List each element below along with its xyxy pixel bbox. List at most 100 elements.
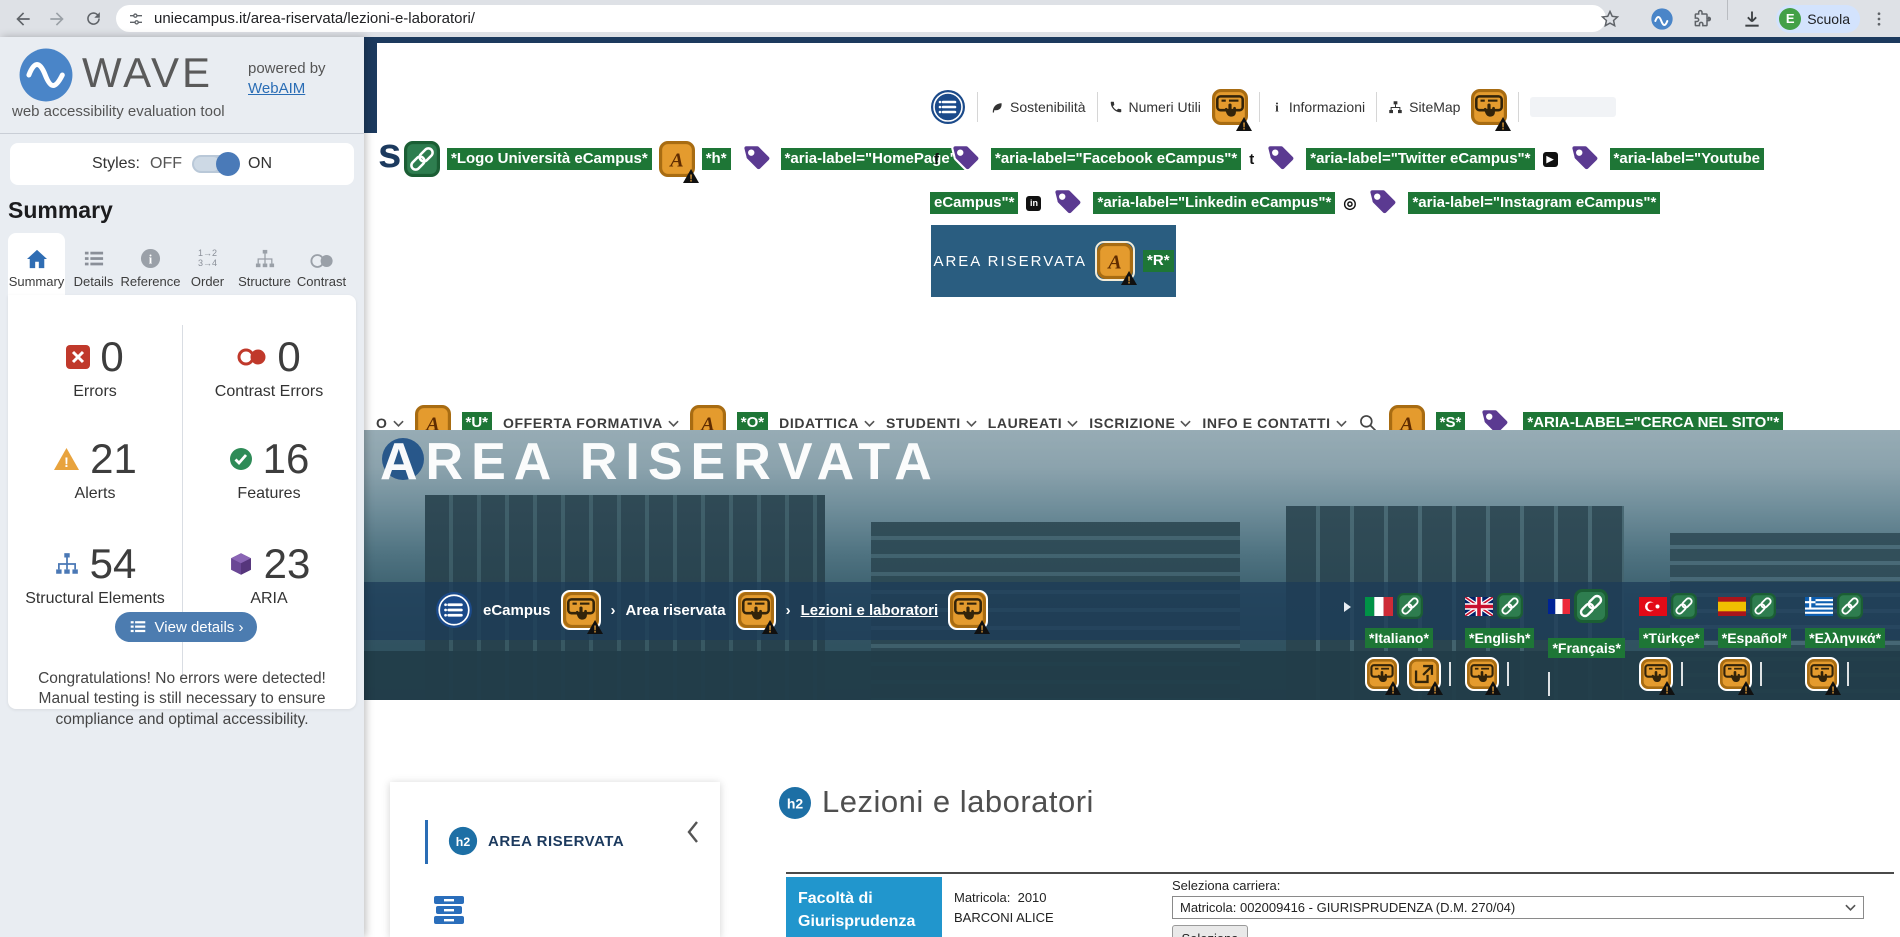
- seleziona-button[interactable]: Seleziona: [1172, 925, 1248, 937]
- ecampus-logo[interactable]: s: [378, 129, 401, 177]
- career-select[interactable]: Matricola: 002009416 - GIURISPRUDENZA (D…: [1172, 896, 1864, 919]
- area-riservata-button[interactable]: AREA RISERVATA *R*: [931, 225, 1176, 297]
- aria-label-icon[interactable]: [1262, 141, 1298, 177]
- utility-sitemap[interactable]: SiteMap: [1388, 99, 1460, 115]
- flag-greece[interactable]: [1805, 597, 1833, 616]
- lang-francais: *Français*: [1548, 588, 1624, 700]
- tab-summary[interactable]: Summary: [8, 233, 65, 295]
- wave-extension-icon[interactable]: [1650, 0, 1674, 37]
- instagram-icon[interactable]: ◎: [1343, 194, 1356, 212]
- sitemap-icon: [1388, 100, 1403, 115]
- view-details-button[interactable]: View details ›: [115, 612, 257, 642]
- aria-label-icon[interactable]: [1566, 141, 1602, 177]
- breadcrumb-home[interactable]: eCampus: [483, 602, 551, 619]
- utility-sostenibilita[interactable]: Sostenibilità: [989, 99, 1086, 115]
- stat-aria: 23 ARIA: [182, 540, 356, 608]
- stat-contrast-errors: 0 Contrast Errors: [182, 333, 356, 401]
- svg-text:i: i: [1275, 100, 1279, 114]
- link-feature-icon[interactable]: [1574, 589, 1608, 623]
- alert-touch-icon[interactable]: [1465, 657, 1499, 691]
- youtube-icon[interactable]: ▶: [1543, 152, 1558, 167]
- tree-icon: [254, 249, 276, 269]
- menu-circle-icon[interactable]: [435, 591, 473, 629]
- linkedin-icon[interactable]: in: [1026, 196, 1041, 211]
- h2-badge-icon: [778, 786, 812, 820]
- tab-order[interactable]: 1→23→4 Order: [179, 233, 236, 295]
- alert-touch-icon[interactable]: [1212, 89, 1248, 125]
- nav-item-iscrizione[interactable]: ISCRIZIONE: [1089, 415, 1191, 431]
- tab-details[interactable]: Details: [65, 233, 122, 295]
- wave-tagline: web accessibility evaluation tool: [12, 103, 225, 120]
- flag-italy[interactable]: [1365, 597, 1393, 616]
- collapse-chevron-icon[interactable]: [686, 820, 700, 844]
- linked-image-feature-icon[interactable]: [404, 141, 440, 177]
- flag-spain[interactable]: [1718, 597, 1746, 616]
- breadcrumb-area-riservata[interactable]: Area riservata: [626, 602, 726, 619]
- alert-touch-icon[interactable]: [1805, 657, 1839, 691]
- back-icon[interactable]: [8, 4, 38, 34]
- nav-item-ateneo[interactable]: O: [376, 415, 404, 431]
- lessons-archive-icon: [432, 894, 466, 926]
- alert-touch-icon[interactable]: [1718, 657, 1752, 691]
- webaim-link[interactable]: WebAIM: [248, 80, 305, 97]
- nav-item-laureati[interactable]: LAUREATI: [988, 415, 1079, 431]
- nav-item-offerta-formativa[interactable]: OFFERTA FORMATIVA: [503, 415, 679, 431]
- address-bar[interactable]: uniecampus.it/area-riservata/lezioni-e-l…: [116, 5, 1606, 32]
- hero-banner: AREA RISERVATA eCampus › Area riservata …: [364, 430, 1900, 700]
- flag-france[interactable]: [1548, 599, 1570, 614]
- wave-sidebar: WAVE powered by WebAIM web accessibility…: [0, 37, 364, 937]
- phone-icon: [1109, 100, 1123, 114]
- reload-icon[interactable]: [78, 4, 108, 34]
- sidebar-item-area-riservata[interactable]: AREA RISERVATA: [488, 833, 624, 850]
- menu-kebab-icon[interactable]: [1870, 0, 1888, 37]
- alert-touch-icon[interactable]: [1639, 657, 1673, 691]
- tab-reference[interactable]: i Reference: [122, 233, 179, 295]
- nav-item-studenti[interactable]: STUDENTI: [886, 415, 977, 431]
- tab-structure[interactable]: Structure: [236, 233, 293, 295]
- summary-heading: Summary: [8, 197, 113, 224]
- social-links-row-2: eCampus"* in *aria-label="Linkedin eCamp…: [930, 185, 1660, 221]
- alert-touch-icon[interactable]: [736, 590, 776, 630]
- aria-label-icon[interactable]: [1049, 185, 1085, 221]
- matricola-value: 2010: [1018, 890, 1047, 905]
- facebook-icon[interactable]: f: [934, 151, 939, 168]
- twitter-icon[interactable]: t: [1249, 151, 1254, 168]
- profile-chip[interactable]: E Scuola: [1776, 0, 1860, 37]
- aria-label-icon[interactable]: [1364, 185, 1400, 221]
- aria-label-icon[interactable]: [738, 141, 774, 177]
- flag-turkey[interactable]: [1639, 597, 1667, 616]
- menu-circle-icon[interactable]: [930, 89, 966, 125]
- alert-icon[interactable]: [1095, 241, 1135, 281]
- wave-logo-icon: [18, 47, 74, 103]
- downloads-icon[interactable]: [1742, 0, 1762, 37]
- forward-icon[interactable]: [42, 4, 72, 34]
- extensions-icon[interactable]: [1692, 0, 1712, 37]
- styles-toggle-card: Styles: OFF ON: [10, 143, 354, 185]
- utility-informazioni[interactable]: i Informazioni: [1271, 99, 1365, 115]
- styles-label: Styles:: [92, 155, 140, 173]
- link-feature-icon[interactable]: [1397, 593, 1423, 619]
- faded-element: [1530, 97, 1616, 117]
- tab-contrast[interactable]: Contrast: [293, 233, 350, 295]
- logo-annotation-row: *Logo Università eCampus* *h* *aria-labe…: [404, 141, 967, 177]
- breadcrumb-current[interactable]: Lezioni e laboratori: [801, 602, 939, 619]
- link-feature-icon[interactable]: [1671, 593, 1697, 619]
- alert-touch-icon[interactable]: [561, 590, 601, 630]
- aria-label-icon[interactable]: [947, 141, 983, 177]
- alert-touch-icon[interactable]: [1365, 657, 1399, 691]
- bookmark-star[interactable]: [1600, 0, 1620, 37]
- nav-item-didattica[interactable]: DIDATTICA: [779, 415, 875, 431]
- flag-uk[interactable]: [1465, 597, 1493, 616]
- alert-icon[interactable]: [659, 141, 695, 177]
- alert-touch-icon[interactable]: [1471, 89, 1507, 125]
- lang-english: *English*: [1465, 588, 1534, 700]
- link-feature-icon[interactable]: [1750, 593, 1776, 619]
- link-feature-icon[interactable]: [1837, 593, 1863, 619]
- link-feature-icon[interactable]: [1497, 593, 1523, 619]
- alert-touch-icon[interactable]: [948, 590, 988, 630]
- styles-toggle[interactable]: [192, 155, 238, 173]
- utility-numeri-utili[interactable]: Numeri Utili: [1109, 99, 1201, 115]
- nav-item-info-contatti[interactable]: INFO E CONTATTI: [1202, 415, 1346, 431]
- screenshot-root: A !: [0, 0, 1900, 937]
- alert-external-link-icon[interactable]: [1407, 657, 1441, 691]
